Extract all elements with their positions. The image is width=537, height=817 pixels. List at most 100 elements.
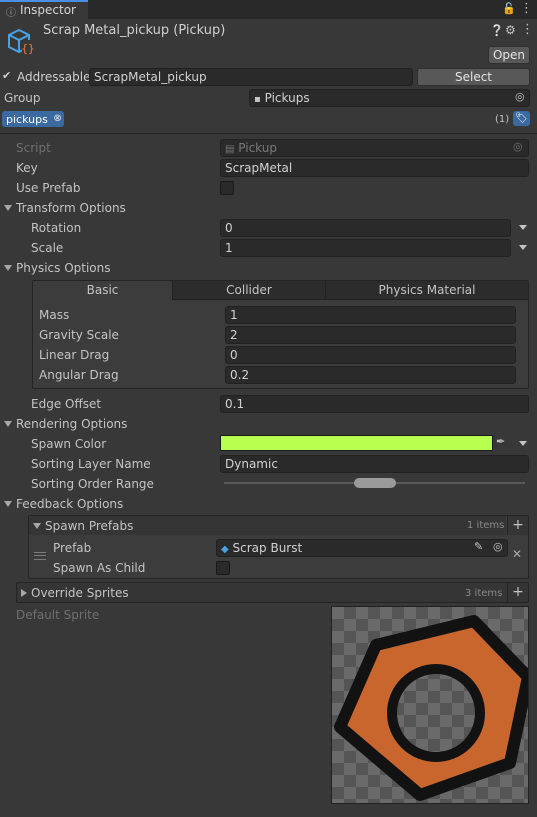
feedback-options-foldout[interactable]: Feedback Options — [4, 496, 123, 512]
open-button[interactable]: Open — [488, 46, 530, 64]
remove-item-icon[interactable]: ✕ — [512, 547, 522, 561]
tab-collider-label: Collider — [226, 283, 272, 297]
script-label: Script — [16, 141, 51, 155]
rotation-field[interactable]: 0 — [220, 219, 511, 237]
separator — [0, 133, 537, 134]
feedback-options-label: Feedback Options — [16, 497, 124, 511]
spawn-as-child-label: Spawn As Child — [53, 561, 146, 575]
tag-count: (1) — [495, 114, 510, 125]
rendering-options-foldout[interactable]: Rendering Options — [4, 416, 127, 432]
script-target-icon: ◎ — [513, 140, 523, 153]
key-label: Key — [16, 161, 38, 175]
select-button[interactable]: Select — [417, 68, 530, 86]
chevron-down-icon — [4, 421, 12, 427]
prefab-target-icon[interactable]: ◎ — [493, 540, 503, 553]
target-icon[interactable]: ◎ — [515, 90, 525, 103]
component-title: Scrap Metal_pickup (Pickup) — [43, 23, 226, 38]
sorting-order-label: Sorting Order Range — [31, 477, 154, 491]
spawn-color-swatch[interactable] — [220, 435, 493, 451]
angular-drag-label: Angular Drag — [39, 368, 119, 382]
script-field: ▤ Pickup — [220, 139, 529, 157]
rotation-dropdown-icon[interactable] — [519, 225, 527, 230]
eyedropper-icon[interactable]: ✒ — [496, 435, 505, 448]
transform-options-foldout[interactable]: Transform Options — [4, 200, 126, 216]
linear-drag-label: Linear Drag — [39, 348, 110, 362]
use-prefab-label: Use Prefab — [16, 181, 81, 195]
spawn-color-label: Spawn Color — [31, 437, 107, 451]
default-sprite-preview[interactable] — [331, 606, 529, 804]
mass-field[interactable]: 1 — [225, 306, 516, 324]
spawn-color-dropdown-icon[interactable] — [519, 441, 527, 446]
menu-icon[interactable]: ⋮ — [520, 1, 533, 16]
tag-text: pickups — [6, 113, 48, 126]
help-icon[interactable]: ❔ — [490, 24, 504, 37]
drag-handle-mid — [34, 555, 46, 556]
more-icon[interactable]: ⋮ — [521, 22, 534, 37]
add-override-button[interactable]: + — [507, 583, 528, 602]
tab-label: Inspector — [20, 3, 76, 17]
chevron-down-icon — [4, 205, 12, 211]
scrap-nut-sprite — [334, 615, 528, 801]
override-sprites-foldout[interactable]: Override Sprites — [21, 585, 129, 601]
addressable-checkbox-icon[interactable]: ✔ — [2, 69, 11, 82]
physics-options-foldout[interactable]: Physics Options — [4, 260, 111, 276]
spawn-prefabs-foldout[interactable]: Spawn Prefabs — [33, 518, 133, 534]
addressable-label: Addressable — [17, 70, 91, 84]
settings-icon[interactable]: ⚙ — [505, 23, 516, 37]
scale-field[interactable]: 1 — [220, 239, 511, 257]
tab-collider[interactable]: Collider — [172, 281, 325, 300]
scale-label: Scale — [31, 241, 64, 255]
tab-inspector[interactable]: ⓘ Inspector — [0, 0, 88, 19]
chevron-down-icon — [4, 265, 12, 271]
prefab-value: Scrap Burst — [232, 541, 303, 555]
svg-text:{}: {} — [21, 42, 34, 55]
remove-tag-icon[interactable]: ⊗ — [53, 111, 61, 127]
rotation-label: Rotation — [31, 221, 82, 235]
key-field[interactable]: ScrapMetal — [220, 159, 529, 177]
gravity-scale-field[interactable]: 2 — [225, 326, 516, 344]
prefab-cube-small-icon: ◆ — [221, 544, 229, 555]
min-max-slider-handle[interactable] — [354, 478, 396, 488]
spawn-prefabs-count: 1 items — [467, 520, 505, 531]
group-field[interactable]: ▪ Pickups — [249, 89, 530, 107]
script-value: Pickup — [238, 141, 277, 155]
sorting-layer-field[interactable]: Dynamic — [220, 455, 529, 473]
tab-physics-material-label: Physics Material — [378, 283, 476, 297]
folder-icon: ▪ — [254, 94, 261, 105]
tab-basic-label: Basic — [86, 283, 119, 297]
prefab-cube-icon: {} — [6, 26, 36, 56]
tab-physics-material[interactable]: Physics Material — [325, 281, 528, 300]
spawn-as-child-checkbox[interactable] — [216, 561, 230, 575]
linear-drag-field[interactable]: 0 — [225, 346, 516, 364]
scale-dropdown-icon[interactable] — [519, 245, 527, 250]
edge-offset-label: Edge Offset — [31, 397, 102, 411]
mass-label: Mass — [39, 308, 70, 322]
rendering-options-label: Rendering Options — [16, 417, 128, 431]
prefab-label: Prefab — [53, 541, 92, 555]
chevron-down-icon — [4, 501, 12, 507]
physics-options-label: Physics Options — [16, 261, 111, 275]
override-sprites-label: Override Sprites — [31, 586, 129, 600]
label-tag[interactable]: pickups ⊗ — [2, 111, 64, 127]
use-prefab-checkbox[interactable] — [220, 181, 234, 195]
lock-icon[interactable]: 🔓 — [502, 2, 516, 15]
group-label: Group — [4, 91, 41, 105]
pencil-icon[interactable]: ✎ — [474, 540, 483, 553]
address-field[interactable]: ScrapMetal_pickup — [89, 68, 413, 86]
transform-options-label: Transform Options — [16, 201, 126, 215]
add-item-button[interactable]: + — [507, 516, 528, 535]
drag-handle-icon[interactable] — [34, 552, 46, 560]
gravity-scale-label: Gravity Scale — [39, 328, 119, 342]
prefab-field[interactable]: ◆ Scrap Burst — [216, 539, 508, 557]
override-sprites-count: 3 items — [465, 588, 503, 599]
group-value: Pickups — [264, 91, 310, 105]
tab-basic[interactable]: Basic — [33, 281, 172, 300]
angular-drag-field[interactable]: 0.2 — [225, 366, 516, 384]
spawn-prefabs-label: Spawn Prefabs — [45, 519, 134, 533]
chevron-down-icon — [33, 523, 41, 529]
sorting-layer-label: Sorting Layer Name — [31, 457, 151, 471]
tag-icon[interactable]: 🏷 — [513, 111, 530, 126]
default-sprite-label: Default Sprite — [16, 608, 100, 622]
edge-offset-field[interactable]: 0.1 — [220, 395, 529, 413]
chevron-right-icon — [21, 589, 27, 597]
